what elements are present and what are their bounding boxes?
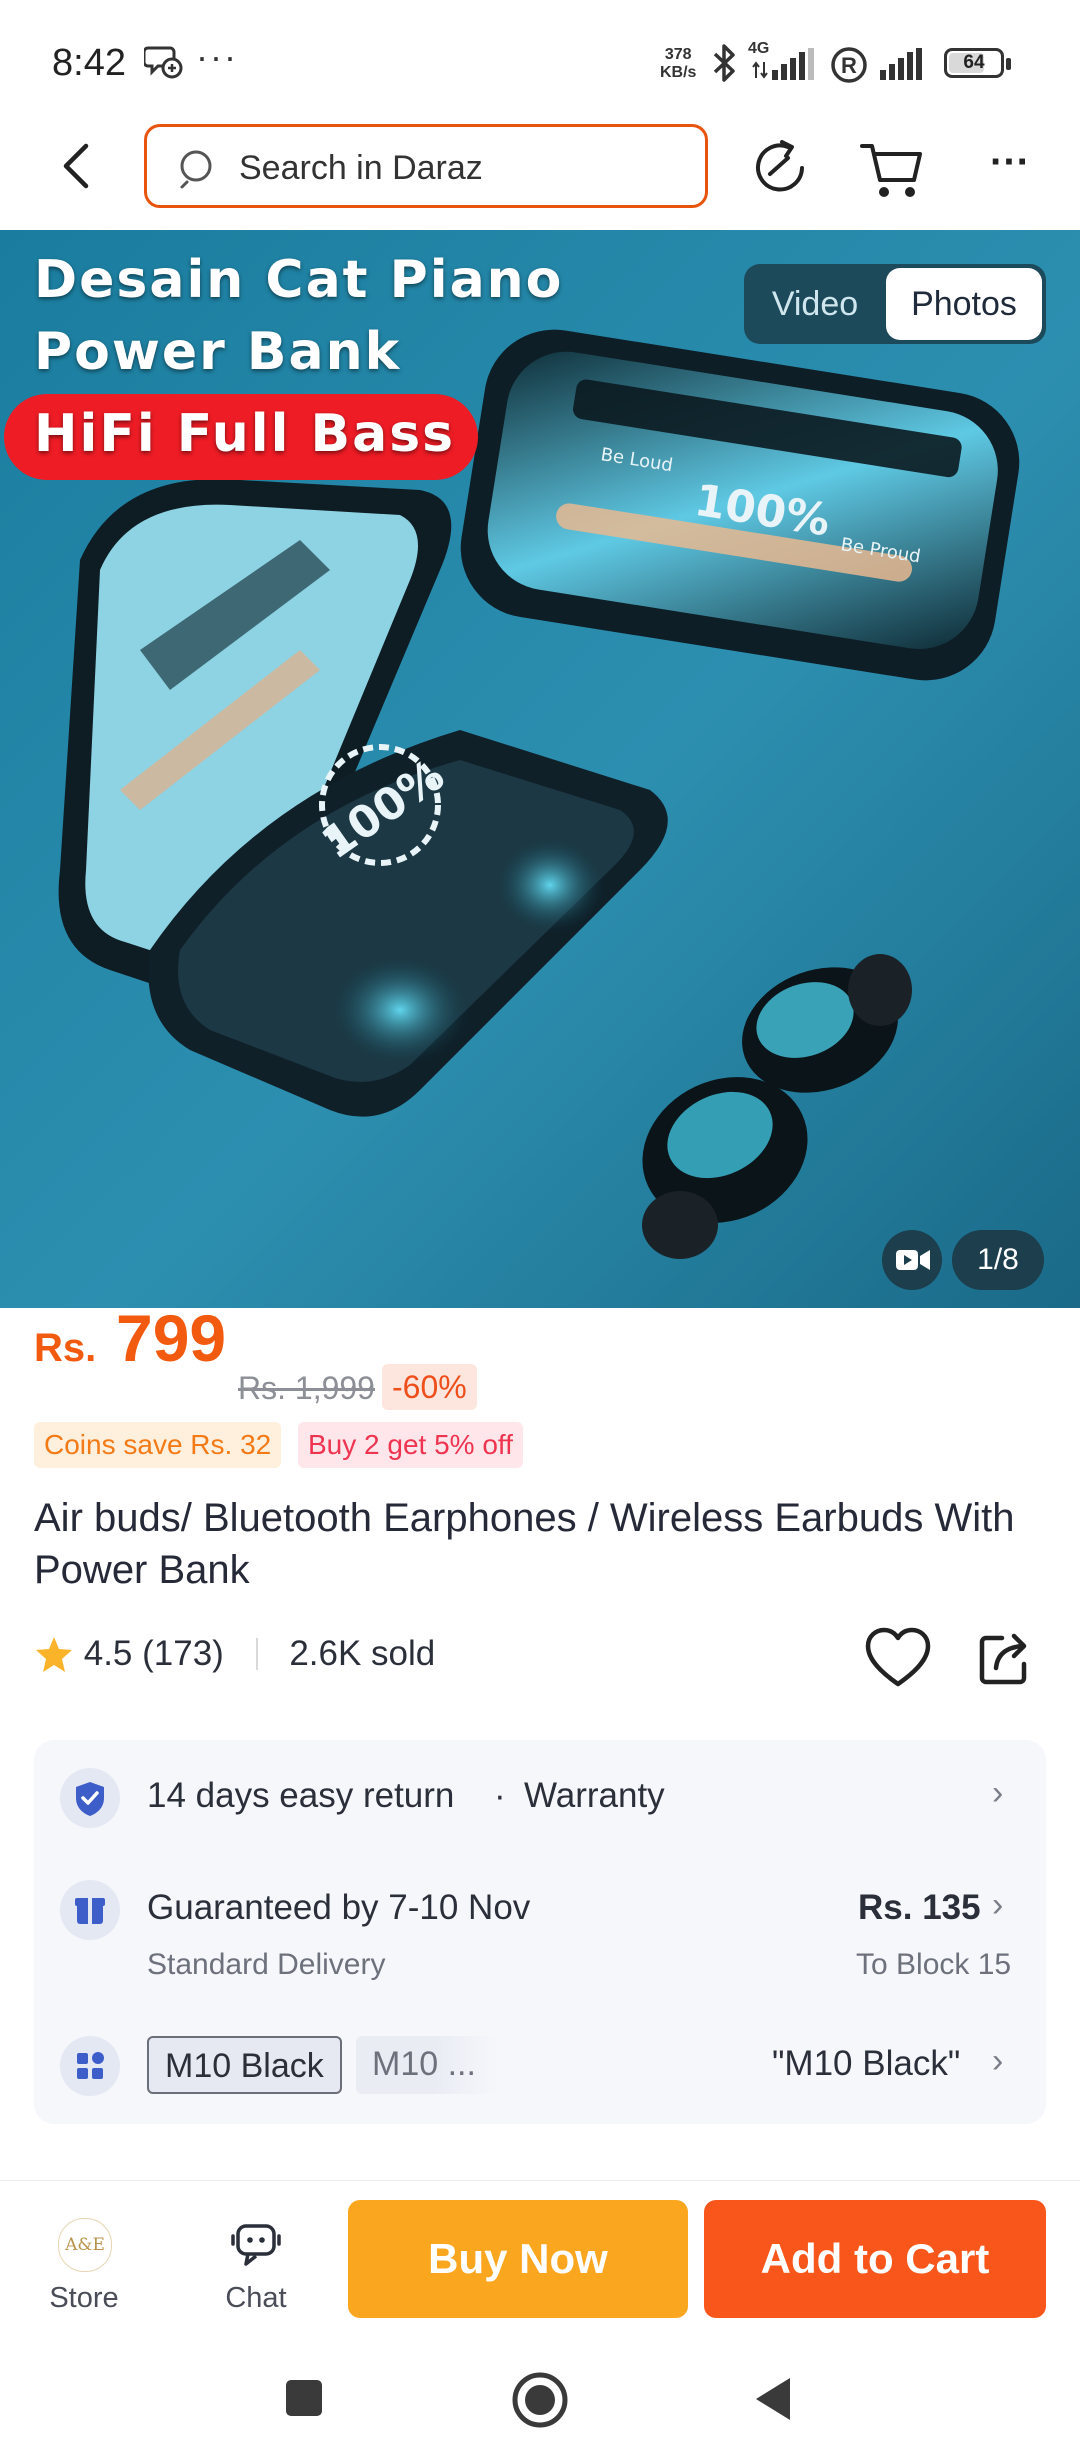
- hero-title-line2: Power Bank: [34, 322, 402, 382]
- chevron-right-icon: ›: [992, 2042, 1004, 2080]
- data-arrows-icon: [752, 60, 768, 85]
- back-arrow-icon: [63, 143, 89, 189]
- cart-icon: [860, 144, 922, 197]
- chat-label: Chat: [225, 2282, 287, 2314]
- product-title: Air buds/ Bluetooth Earphones / Wireless…: [34, 1496, 1015, 1592]
- cart-button[interactable]: [858, 134, 928, 204]
- divider: [255, 1637, 258, 1670]
- promo-badge[interactable]: Buy 2 get 5% off: [298, 1422, 523, 1468]
- refresh-share-icon: [756, 140, 804, 192]
- warranty-text: Warranty: [524, 1776, 665, 1815]
- home-icon[interactable]: [510, 2370, 570, 2430]
- battery-tip: [1006, 58, 1011, 70]
- variant-chip-selected[interactable]: M10 Black: [147, 2036, 342, 2094]
- network-speed: 378 KB/s: [660, 46, 697, 81]
- tab-photos[interactable]: Photos: [886, 268, 1042, 340]
- delivery-row[interactable]: Guaranteed by 7-10 Nov Standard Delivery…: [34, 1852, 1046, 1992]
- network-type: 4G: [748, 40, 770, 57]
- message-notification-icon: [142, 44, 184, 85]
- add-to-cart-button[interactable]: Add to Cart: [704, 2200, 1046, 2318]
- grid-icon: [60, 2036, 120, 2096]
- search-icon: [180, 150, 212, 189]
- roaming-icon: R: [830, 46, 868, 89]
- hero-title-line3: HiFi Full Bass: [34, 404, 456, 464]
- store-button[interactable]: A&E Store: [24, 2212, 144, 2322]
- discount-badge: -60%: [382, 1364, 477, 1410]
- back-triangle-icon[interactable]: [750, 2374, 796, 2424]
- back-button[interactable]: [52, 136, 108, 196]
- shield-check-icon: [60, 1768, 120, 1828]
- wishlist-button[interactable]: [862, 1624, 934, 1694]
- chat-button[interactable]: Chat: [196, 2212, 316, 2322]
- more-options-button[interactable]: ···: [980, 140, 1040, 190]
- price-original: Rs. 1,999: [238, 1370, 375, 1406]
- signal-icon-2: [880, 48, 926, 85]
- price-current: 799: [116, 1301, 227, 1375]
- chat-bot-icon: [231, 2224, 281, 2266]
- delivery-price: Rs. 135: [858, 1888, 981, 1927]
- search-placeholder: Search in Daraz: [239, 149, 483, 187]
- refresh-button[interactable]: [748, 136, 812, 200]
- svg-text:R: R: [841, 53, 857, 78]
- product-image-carousel[interactable]: 100% 100% Be Loud Be Proud Desain Cat Pi…: [0, 230, 1080, 1308]
- status-bar: 8:42 ··· 378 KB/s 4G R 64: [0, 0, 1080, 120]
- return-warranty-row[interactable]: 14 days easy return · Warranty ›: [34, 1740, 1046, 1850]
- delivery-location: To Block 15: [856, 1948, 1012, 1981]
- chevron-right-icon: ›: [992, 1886, 1004, 1924]
- system-nav-bar: [0, 2350, 1080, 2460]
- service-info-card: 14 days easy return · Warranty › Guarant…: [34, 1740, 1046, 2124]
- image-counter: 1/8: [952, 1230, 1044, 1290]
- status-time: 8:42: [52, 42, 126, 84]
- selected-variant: "M10 Black": [772, 2044, 961, 2083]
- battery-indicator: 64: [944, 48, 1004, 78]
- delivery-type: Standard Delivery: [147, 1948, 386, 1981]
- buy-now-button[interactable]: Buy Now: [348, 2200, 688, 2318]
- delivery-guarantee: Guaranteed by 7-10 Nov: [147, 1888, 531, 1927]
- review-count: (173): [142, 1633, 224, 1673]
- tab-video[interactable]: Video: [744, 264, 886, 344]
- rating-value: 4.5: [83, 1633, 133, 1673]
- media-tab-switch: Video Photos: [744, 264, 1046, 344]
- coins-badge[interactable]: Coins save Rs. 32: [34, 1422, 282, 1468]
- store-label: Store: [49, 2282, 119, 2314]
- recent-apps-icon[interactable]: [282, 2376, 326, 2420]
- gift-box-icon: [60, 1880, 120, 1940]
- hero-promo-pill: HiFi Full Bass: [4, 394, 478, 480]
- chevron-right-icon: ›: [992, 1774, 1004, 1812]
- store-logo: A&E: [58, 2218, 112, 2272]
- hero-title-line1: Desain Cat Piano: [34, 250, 564, 310]
- share-icon: [979, 1633, 1027, 1685]
- status-more: ···: [196, 36, 238, 77]
- search-input[interactable]: Search in Daraz: [144, 124, 708, 208]
- video-camera-icon: [896, 1250, 930, 1270]
- heart-icon: [865, 1627, 931, 1687]
- share-button[interactable]: [976, 1628, 1034, 1690]
- product-image: 100% 100% Be Loud Be Proud: [0, 230, 1080, 1308]
- variant-chip[interactable]: M10 ...: [356, 2036, 498, 2094]
- price-currency: Rs.: [34, 1326, 97, 1370]
- variant-row[interactable]: M10 Black M10 ... "M10 Black" ›: [34, 2010, 1046, 2120]
- star-icon: [36, 1636, 72, 1672]
- rating-row[interactable]: 4.5 (173) 2.6K sold: [34, 1632, 435, 1682]
- sold-count: 2.6K sold: [289, 1633, 436, 1673]
- signal-icon-1: [772, 48, 818, 85]
- video-play-button[interactable]: [882, 1230, 942, 1290]
- return-text: 14 days easy return: [147, 1776, 455, 1815]
- bluetooth-icon: [712, 42, 738, 89]
- dot-separator: ·: [494, 1776, 506, 1815]
